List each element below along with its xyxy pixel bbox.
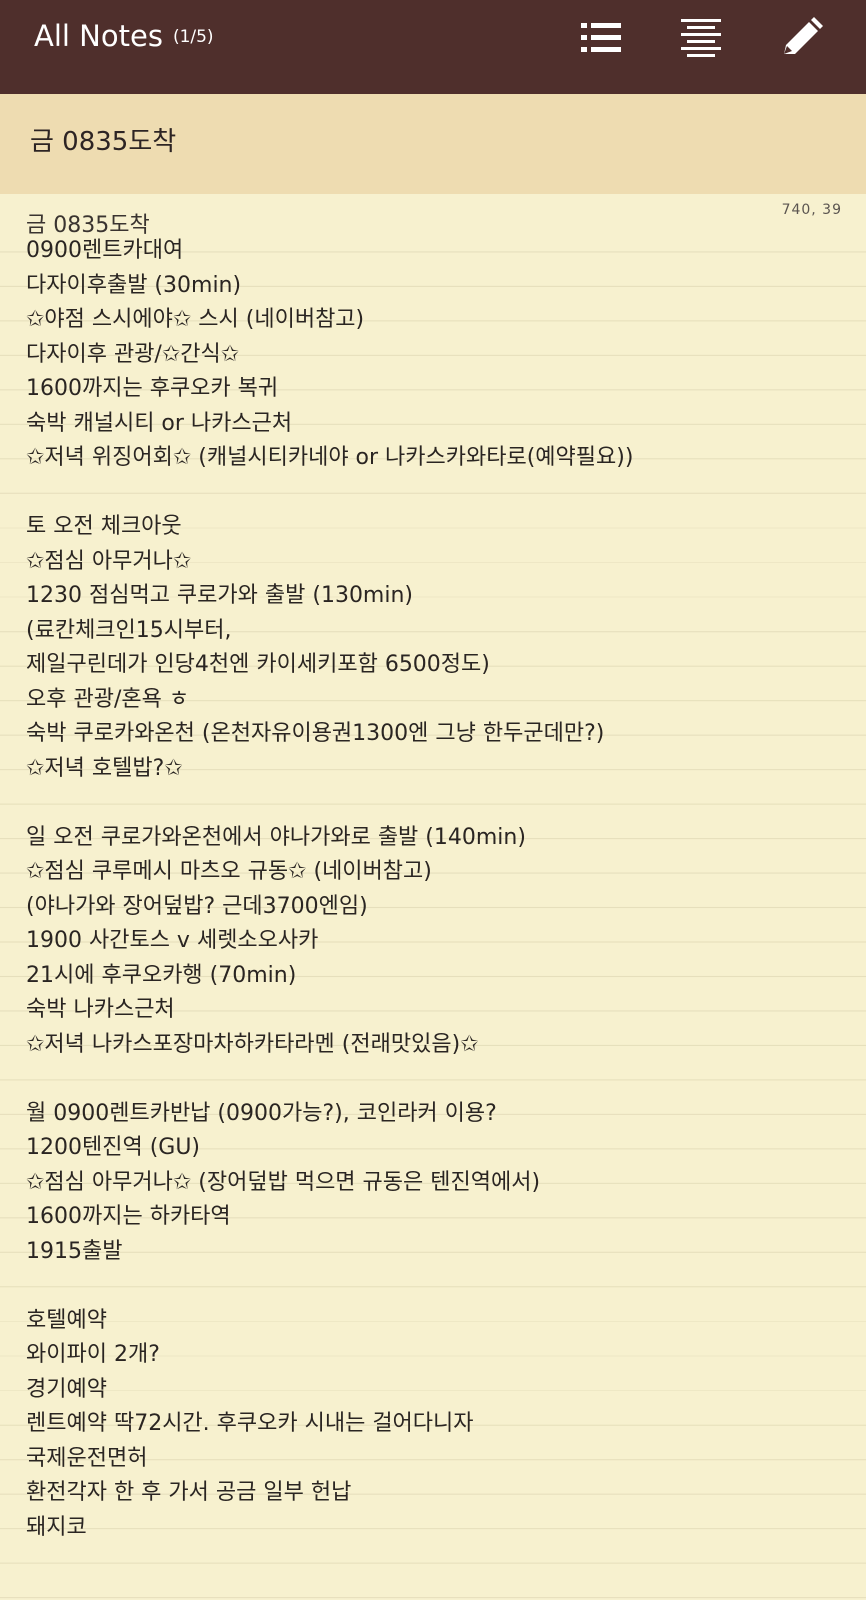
pencil-icon[interactable] (778, 14, 834, 70)
note-title[interactable]: 금 0835도착 (30, 125, 176, 159)
note-line: (료칸체크인15시부터, (26, 617, 232, 643)
note-line: 제일구린데가 인당4천엔 카이세키포함 6500정도) (26, 652, 490, 677)
note-line: ✩점심 아무거나✩ (26, 548, 192, 574)
note-line: 숙박 쿠로카와온천 (온천자유이용권1300엔 그냥 한두군데만?) (26, 721, 605, 746)
note-line: 다자이후 관광/✩간식✩ (26, 341, 240, 367)
app-bar: All Notes (1/5) (0, 0, 866, 94)
note-line (26, 1062, 846, 1097)
note-line: 1600까지는 후쿠오카 복귀 (26, 376, 279, 401)
note-line: 오후 관광/혼욕 ㅎ (26, 686, 190, 712)
note-line: ✩저녁 호텔밥?✩ (26, 755, 183, 781)
note-line: 환전각자 한 후 가서 공금 일부 헌납 (26, 1480, 352, 1505)
note-line: 0900렌트카대여 (26, 238, 184, 263)
note-title-bar: 금 0835도착 (0, 94, 866, 194)
note-line: 돼지코 (26, 1514, 87, 1540)
note-line: 일 오전 쿠로가와온천에서 야나가와로 출발 (140min) (26, 824, 526, 850)
note-line: 월 0900렌트카반납 (0900가능?), 코인라커 이용? (26, 1100, 497, 1126)
note-line: 1900 사간토스 v 세렛소오사카 (26, 928, 319, 953)
note-line (26, 1269, 846, 1304)
note-count: (1/5) (172, 27, 214, 47)
note-line: 1600까지는 하카타역 (26, 1204, 231, 1229)
note-line: ✩야점 스시에야✩ 스시 (네이버참고) (26, 307, 365, 332)
note-line: 금 0835도착 (26, 213, 150, 234)
note-line: 국제운전면허 (26, 1445, 148, 1471)
note-line: (야나가와 장어덮밥? 근데3700엔임) (26, 893, 368, 919)
note-line: 숙박 캐널시티 or 나카스근처 (26, 410, 293, 436)
note-lines: 금 0835도착 0900렌트카대여다자이후출발 (30min) ✩야점 스시에야✩… (26, 212, 846, 1545)
note-line: 와이파이 2개? (26, 1342, 160, 1367)
note-line (26, 476, 846, 511)
note-line: 1915출발 (26, 1238, 123, 1264)
note-line: 토 오전 체크아웃 (26, 514, 182, 539)
note-line: ✩점심 아무거나✩ (장어덮밥 먹으면 규동은 텐진역에서) (26, 1169, 541, 1195)
note-line: 1230 점심먹고 쿠로가와 출발 (130min) (26, 583, 414, 608)
note-line: 1200텐진역 (GU) (26, 1135, 201, 1160)
note-line: 다자이후출발 (30min) (26, 272, 242, 298)
note-line (26, 786, 846, 821)
note-line: 렌트예약 딱72시간. 후쿠오카 시내는 걸어다니자 (26, 1411, 474, 1436)
app-title-text: All Notes (34, 19, 163, 53)
app-title[interactable]: All Notes (1/5) (34, 20, 214, 53)
note-line: ✩저녁 나카스포장마차하카타라멘 (전래맛있음)✩ (26, 1031, 479, 1057)
note-line: ✩점심 쿠루메시 마츠오 규동✩ (네이버참고) (26, 859, 432, 884)
note-line: 경기예약 (26, 1376, 107, 1402)
text-align-icon[interactable] (678, 14, 734, 70)
note-line: 숙박 나카스근처 (26, 997, 175, 1022)
list-view-icon[interactable] (578, 14, 634, 70)
note-body[interactable]: 740, 39 금 0835도착 0900렌트카대여 다자이후출발 (30min) ✩… (0, 194, 866, 1600)
note-line: ✩저녁 위징어회✩ (캐널시티카네야 or 나카스카와타로(예약필요)) (26, 445, 634, 470)
note-line: 호텔예약 (26, 1307, 107, 1333)
note-line: 21시에 후쿠오카행 (70min) (26, 962, 297, 988)
